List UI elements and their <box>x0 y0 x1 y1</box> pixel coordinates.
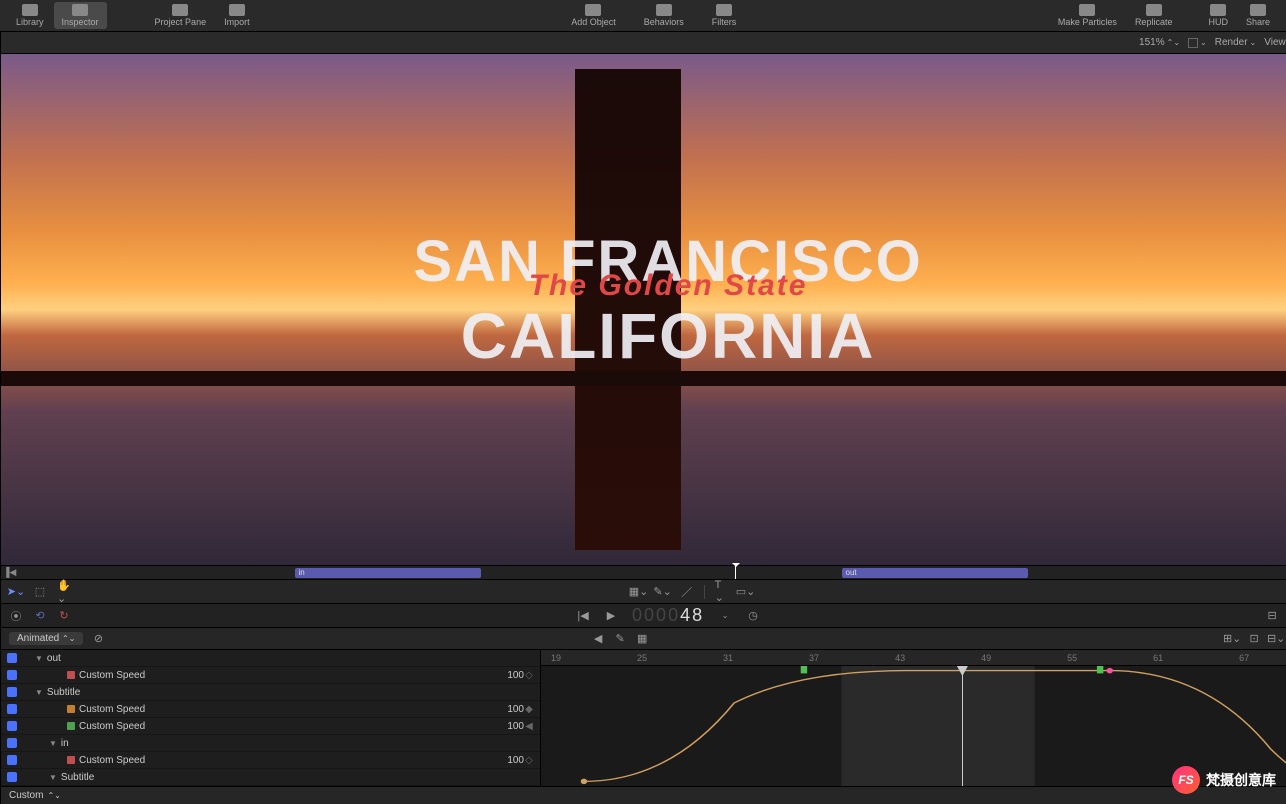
footer-dropdown[interactable]: Custom <box>9 790 43 801</box>
brush-icon[interactable]: ／ <box>680 585 694 599</box>
timecode[interactable]: 000048 <box>632 605 704 626</box>
mini-segment-in[interactable]: in <box>295 568 482 578</box>
project-pane-button[interactable]: Project Pane <box>147 2 215 29</box>
arrow-tool-icon[interactable]: ➤⌄ <box>9 585 23 599</box>
timeline-row[interactable]: Custom Speed100◇ <box>1 667 540 684</box>
add-object-button[interactable]: Add Object <box>563 2 624 29</box>
fit-icon[interactable]: ⊞⌄ <box>1225 632 1239 646</box>
color-swatch[interactable]: ⌄ <box>1188 38 1207 48</box>
timeline-row[interactable]: Custom Speed100◇ <box>1 752 540 769</box>
timeline: Animated ⌃⌄ ⊘ ◀ ✎ ▦ ⊞⌄ ⊡ ⊟⌄ 📷 ▶ ▼outCust… <box>1 627 1286 804</box>
render-dropdown[interactable]: Render⌄ <box>1215 37 1257 48</box>
marker-icon[interactable]: ⊟ <box>1265 609 1279 623</box>
timecode-dropdown-icon[interactable]: ⌄ <box>718 609 732 623</box>
canvas-text-3: CALIFORNIA <box>1 299 1286 373</box>
snap2-icon[interactable]: ⊟⌄ <box>1269 632 1283 646</box>
timeline-ruler[interactable]: 19253137434955616773 <box>541 650 1286 666</box>
mini-segment-out[interactable]: out <box>842 568 1029 578</box>
hud-button[interactable]: HUD <box>1200 2 1236 29</box>
canvas-text-2: The Golden State <box>1 269 1286 303</box>
goto-start-icon[interactable]: ▐◀ <box>3 567 16 578</box>
library-button[interactable]: Library <box>8 2 52 29</box>
edit-icon[interactable]: ✎ <box>613 632 627 646</box>
pen-icon[interactable]: ✎⌄ <box>656 585 670 599</box>
link-icon[interactable]: ⟲ <box>33 609 47 623</box>
crop-tool-icon[interactable]: ⬚ <box>33 585 47 599</box>
prev-frame-icon[interactable]: |◀ <box>576 609 590 623</box>
hand-tool-icon[interactable]: ✋⌄ <box>57 585 71 599</box>
timeline-row[interactable]: Custom Speed100◀ <box>1 718 540 735</box>
kf-prev-icon[interactable]: ◀ <box>591 632 605 646</box>
inspector-button[interactable]: Inspector <box>54 2 107 29</box>
loop-icon[interactable]: ↻ <box>57 609 71 623</box>
record-icon[interactable]: ⦿ <box>9 609 23 623</box>
playhead[interactable] <box>962 666 963 786</box>
play-icon[interactable]: ▶ <box>604 609 618 623</box>
mask-icon[interactable]: ▭⌄ <box>739 585 753 599</box>
text-tool-icon[interactable]: T ⌄ <box>715 585 729 599</box>
zoom-dropdown[interactable]: 151%⌃⌄ <box>1139 37 1180 48</box>
mini-timeline[interactable]: ▐◀ in out ▶▌ <box>1 565 1286 579</box>
canvas-tool-row: ➤⌄ ⬚ ✋⌄ ▦⌄ ✎⌄ ／ T ⌄ ▭⌄ ⛶ <box>1 579 1286 603</box>
snap-icon[interactable]: ▦ <box>635 632 649 646</box>
timeline-row[interactable]: Custom Speed100◆ <box>1 701 540 718</box>
timeline-filter[interactable]: Animated ⌃⌄ <box>9 632 83 645</box>
import-button[interactable]: Import <box>216 2 258 29</box>
viewer-canvas[interactable]: SAN FRANCISCO The Golden State CALIFORNI… <box>1 54 1286 565</box>
clock-icon[interactable]: ◷ <box>746 609 760 623</box>
main-toolbar: LibraryInspector Project PaneImport Add … <box>0 0 1286 32</box>
timeline-row[interactable]: ▼in <box>1 735 540 752</box>
auto-icon[interactable]: ⊡ <box>1247 632 1261 646</box>
watermark: FS 梵摄创意库 <box>1172 766 1276 794</box>
share-button[interactable]: Share <box>1238 2 1278 29</box>
timeline-row[interactable]: ▼Subtitle <box>1 769 540 786</box>
clear-icon[interactable]: ⊘ <box>91 632 105 646</box>
filters-button[interactable]: Filters <box>704 2 745 29</box>
view-dropdown[interactable]: View⌄ <box>1264 37 1286 48</box>
timeline-row[interactable]: ▼out <box>1 650 540 667</box>
timeline-footer: Custom⌃⌄ <box>1 786 1286 804</box>
timeline-row[interactable]: ▼Subtitle <box>1 684 540 701</box>
make-particles-button[interactable]: Make Particles <box>1050 2 1125 29</box>
transport-bar: ⦿ ⟲ ↻ |◀ ▶ 000048 ⌄ ◷ ⊟ 🔊 ≡ <box>1 603 1286 627</box>
replicate-button[interactable]: Replicate <box>1127 2 1181 29</box>
fill-icon[interactable]: ▦⌄ <box>632 585 646 599</box>
viewer-bar: 151%⌃⌄ ⌄ Render⌄ View⌄ ⌄ <box>1 32 1286 54</box>
behaviors-button[interactable]: Behaviors <box>636 2 692 29</box>
mini-playhead[interactable] <box>735 566 736 579</box>
